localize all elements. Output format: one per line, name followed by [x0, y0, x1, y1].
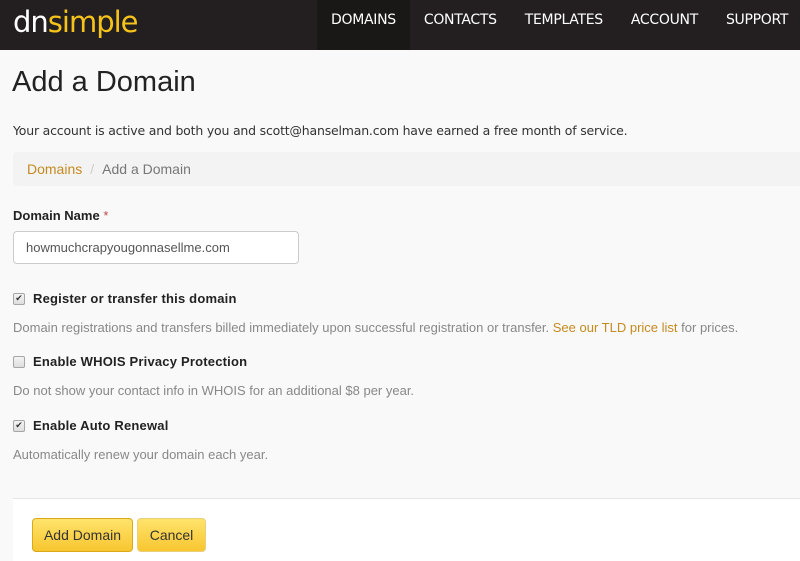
auto-renewal-label[interactable]: Enable Auto Renewal: [33, 418, 169, 433]
tld-price-list-link[interactable]: See our TLD price list: [553, 320, 678, 335]
domain-name-label: Domain Name *: [13, 208, 108, 223]
auto-renewal-option[interactable]: ✔ Enable Auto Renewal: [13, 418, 169, 433]
account-notice: Your account is active and both you and …: [13, 123, 628, 138]
register-help: Domain registrations and transfers bille…: [13, 320, 738, 335]
breadcrumb: Domains / Add a Domain: [13, 152, 800, 186]
register-help-text: Domain registrations and transfers bille…: [13, 320, 550, 335]
nav-item-domains[interactable]: DOMAINS: [317, 0, 410, 50]
whois-privacy-checkbox[interactable]: [13, 355, 25, 368]
page-title: Add a Domain: [12, 66, 196, 98]
whois-privacy-label[interactable]: Enable WHOIS Privacy Protection: [33, 354, 247, 369]
nav-item-support[interactable]: SUPPORT: [712, 0, 800, 50]
domain-name-label-text: Domain Name: [13, 208, 100, 223]
logo-text-dn: dn: [13, 5, 49, 39]
whois-privacy-help: Do not show your contact info in WHOIS f…: [13, 383, 415, 398]
register-label[interactable]: Register or transfer this domain: [33, 291, 237, 306]
register-checkbox[interactable]: ✔: [13, 292, 25, 305]
required-marker: *: [103, 208, 109, 223]
dnsimple-logo[interactable]: dnsimple: [13, 4, 139, 40]
add-domain-button[interactable]: Add Domain: [32, 518, 133, 552]
whois-privacy-option[interactable]: Enable WHOIS Privacy Protection: [13, 354, 247, 369]
logo-text-simple: simple: [47, 5, 139, 39]
breadcrumb-domains-link[interactable]: Domains: [27, 161, 82, 177]
nav-item-contacts[interactable]: CONTACTS: [410, 0, 511, 50]
domain-name-input[interactable]: [13, 231, 299, 264]
cancel-button[interactable]: Cancel: [137, 518, 206, 552]
breadcrumb-separator: /: [90, 161, 95, 177]
breadcrumb-current: Add a Domain: [102, 161, 191, 177]
register-help-tail: for prices.: [681, 320, 739, 335]
form-actions: Add Domain Cancel: [13, 498, 800, 561]
auto-renewal-help: Automatically renew your domain each yea…: [13, 447, 269, 462]
main-nav: DOMAINS CONTACTS TEMPLATES ACCOUNT SUPPO…: [317, 0, 800, 50]
nav-item-account[interactable]: ACCOUNT: [617, 0, 712, 50]
register-option[interactable]: ✔ Register or transfer this domain: [13, 291, 237, 306]
nav-item-templates[interactable]: TEMPLATES: [511, 0, 617, 50]
top-navbar: dnsimple DOMAINS CONTACTS TEMPLATES ACCO…: [0, 0, 800, 50]
auto-renewal-checkbox[interactable]: ✔: [13, 419, 25, 432]
